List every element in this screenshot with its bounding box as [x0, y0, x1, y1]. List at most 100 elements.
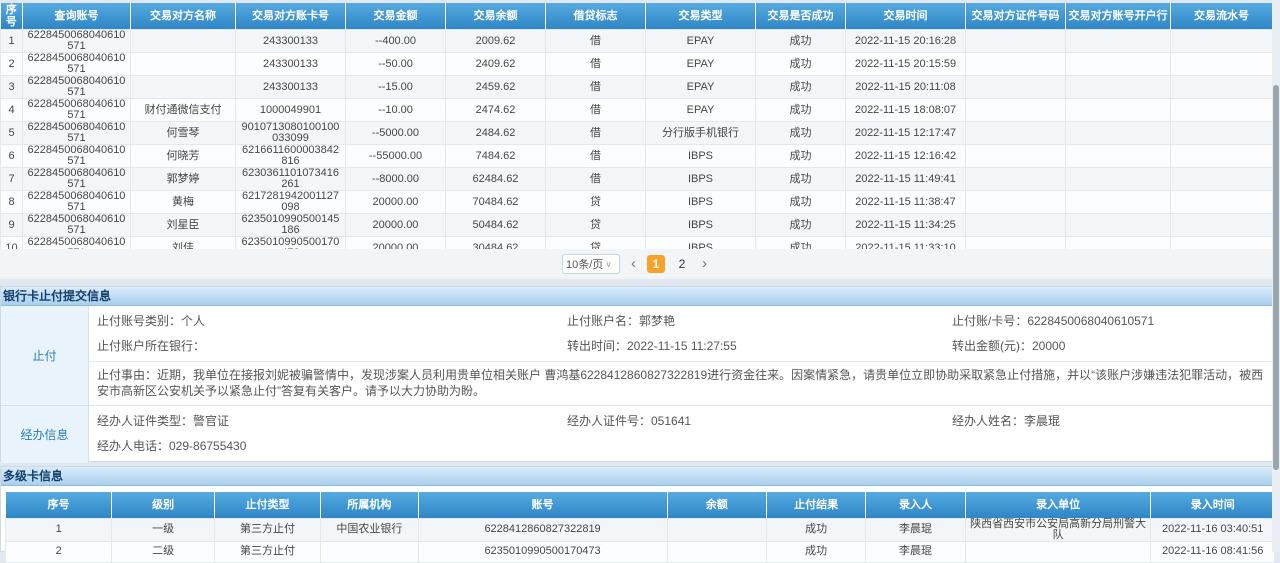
field-transfer-amount: 转出金额(元)：20000: [952, 337, 1279, 355]
column-header-entered-by: 录入人: [866, 492, 965, 518]
cell: 6228450068040610571: [23, 214, 131, 237]
cell: 陕西省西安市公安局高新分局刑警大队: [965, 518, 1151, 541]
cell: 1: [1, 30, 23, 53]
scrollbar-thumb[interactable]: [1273, 85, 1279, 470]
cell: [1066, 122, 1171, 145]
column-header-index: 序号: [1, 3, 23, 30]
cell: 贷: [546, 214, 646, 237]
stop-payment-reason: 止付事由：近期，我单位在接报刘妮被骗警情中，发现涉案人员利用贵单位相关账户 曹鸿…: [89, 361, 1279, 405]
cell: [966, 191, 1066, 214]
cell: 6228412860827322819: [418, 518, 667, 541]
prev-page-button[interactable]: ‹: [628, 255, 639, 273]
cell: --400.00: [346, 30, 446, 53]
cell: 6228450068040610571: [23, 53, 131, 76]
table-row: 56228450068040610571何雪琴90107130801001000…: [1, 122, 1273, 145]
field-handler-name: 经办人姓名：李晨琨: [952, 412, 1279, 430]
cell: 20000.00: [346, 191, 446, 214]
table-row: 16228450068040610571243300133--400.00200…: [1, 30, 1273, 53]
table-row: 96228450068040610571刘星臣62350109905001451…: [1, 214, 1273, 237]
cell: 借: [546, 30, 646, 53]
cell: [1066, 191, 1171, 214]
cell: 2022-11-15 11:49:41: [846, 168, 966, 191]
cell: [1171, 76, 1273, 99]
cell: 8: [1, 191, 23, 214]
cell: --50.00: [346, 53, 446, 76]
cell: IBPS: [646, 168, 756, 191]
cell: 成功: [756, 168, 846, 191]
cell: --8000.00: [346, 168, 446, 191]
page-button-2[interactable]: 2: [673, 255, 691, 273]
cell: 借: [546, 122, 646, 145]
table-row: 76228450068040610571郭梦婷62303611010734162…: [1, 168, 1273, 191]
cell: 6228450068040610571: [23, 122, 131, 145]
group-label-handler-info: 经办信息: [1, 406, 89, 463]
page-size-select[interactable]: 10条/页 ∨: [562, 254, 620, 274]
cell: 成功: [756, 76, 846, 99]
stop-payment-panel-title: 银行卡止付提交信息: [1, 287, 1279, 306]
cell: 李晨琨: [866, 518, 965, 541]
column-header-institution: 所属机构: [321, 492, 418, 518]
cell: 2022-11-15 12:16:42: [846, 145, 966, 168]
cell: 6228450068040610571: [23, 191, 131, 214]
cell: 6228450068040610571: [23, 99, 131, 122]
cell: 7484.62: [446, 145, 546, 168]
multicard-panel-title: 多级卡信息: [1, 467, 1279, 486]
field-empty: [952, 437, 1279, 455]
table-header-row: 序号 级别 止付类型 所属机构 账号 余额 止付结果 录入人 录入单位 录入时间: [6, 492, 1275, 518]
cell: IBPS: [646, 191, 756, 214]
cell: [966, 214, 1066, 237]
field-account-name: 止付账户名：郭梦艳: [567, 312, 952, 330]
cell: [966, 145, 1066, 168]
field-account-bank: 止付账户所在银行：: [97, 337, 567, 355]
vertical-scrollbar: [1272, 0, 1280, 552]
cell: 借: [546, 145, 646, 168]
table-row: 26228450068040610571243300133--50.002409…: [1, 53, 1273, 76]
cell: 2459.62: [446, 76, 546, 99]
column-header-time: 交易时间: [846, 3, 966, 30]
cell: 6217281942001127098: [236, 191, 346, 214]
cell: [966, 30, 1066, 53]
cell: 2022-11-15 18:08:07: [846, 99, 966, 122]
cell: 黄梅: [131, 191, 236, 214]
cell: 1: [6, 518, 112, 541]
cell: [1066, 145, 1171, 168]
column-header-amount: 交易金额: [346, 3, 446, 30]
column-header-type: 交易类型: [646, 3, 756, 30]
cell: 3: [1, 76, 23, 99]
cell: 5: [1, 122, 23, 145]
cell: 6228450068040610571: [23, 145, 131, 168]
cell: 2009.62: [446, 30, 546, 53]
cell: 50484.62: [446, 214, 546, 237]
cell: [131, 30, 236, 53]
cell: 借: [546, 76, 646, 99]
cell: 财付通微信支付: [131, 99, 236, 122]
column-header-index: 序号: [6, 492, 112, 518]
table-row: 36228450068040610571243300133--15.002459…: [1, 76, 1273, 99]
cell: --10.00: [346, 99, 446, 122]
cell: 2022-11-15 20:15:59: [846, 53, 966, 76]
cell: [1066, 76, 1171, 99]
cell: 成功: [756, 191, 846, 214]
table-row: 46228450068040610571财付通微信支付1000049901--1…: [1, 99, 1273, 122]
column-header-counterparty-card: 交易对方账卡号: [236, 3, 346, 30]
field-handler-phone: 经办人电话：029-86755430: [97, 437, 567, 455]
next-page-button[interactable]: ›: [699, 255, 710, 273]
cell: 7: [1, 168, 23, 191]
page-button-1[interactable]: 1: [647, 255, 665, 273]
table-header-row: 序号 查询账号 交易对方名称 交易对方账卡号 交易金额 交易余额 借贷标志 交易…: [1, 3, 1273, 30]
cell: 9: [1, 214, 23, 237]
field-handler-id-type: 经办人证件类型：警官证: [97, 412, 567, 430]
cell: 成功: [756, 214, 846, 237]
stop-payment-panel: 银行卡止付提交信息 止付 止付账号类别：个人 止付账户名：郭梦艳 止付账/卡号：…: [0, 286, 1280, 462]
field-card-number: 止付账/卡号：6228450068040610571: [952, 312, 1279, 330]
cell: 6216611600003842816: [236, 145, 346, 168]
cell: 成功: [756, 99, 846, 122]
column-header-success: 交易是否成功: [756, 3, 846, 30]
cell: --5000.00: [346, 122, 446, 145]
field-handler-id-number: 经办人证件号：051641: [567, 412, 952, 430]
cell: 4: [1, 99, 23, 122]
cell: 243300133: [236, 30, 346, 53]
cell: 成功: [756, 122, 846, 145]
cell: 20000.00: [346, 214, 446, 237]
cell: 成功: [766, 518, 865, 541]
